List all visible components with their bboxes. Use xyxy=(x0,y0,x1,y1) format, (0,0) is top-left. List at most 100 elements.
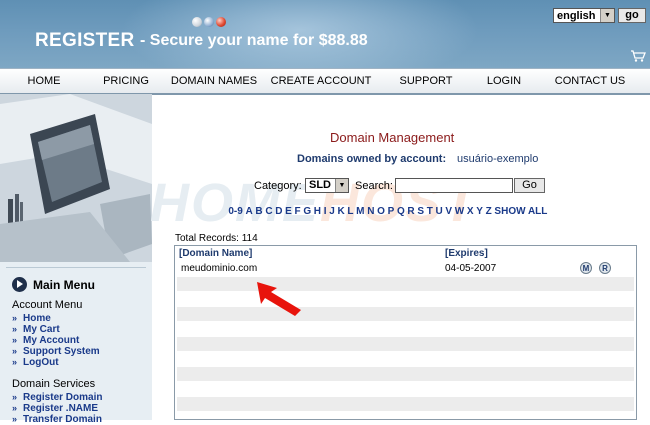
nav-support[interactable]: SUPPORT xyxy=(378,69,474,93)
main-menu-title: Main Menu xyxy=(33,277,95,292)
page-title: Domain Management xyxy=(330,130,455,145)
sidebar-item-label: Support System xyxy=(23,346,100,357)
sidebar-item-register-domain[interactable]: » Register Domain xyxy=(12,392,102,403)
alpha-link[interactable]: J xyxy=(328,206,336,217)
nav-contact-us[interactable]: CONTACT US xyxy=(534,69,646,93)
sidebar-item-register-name[interactable]: » Register .NAME xyxy=(12,403,102,414)
dot-icon xyxy=(192,17,202,27)
nav-create-account[interactable]: CREATE ACCOUNT xyxy=(264,69,378,93)
table-row xyxy=(177,367,634,381)
account-menu-title: Account Menu xyxy=(12,299,83,311)
alpha-link[interactable]: F xyxy=(293,206,302,217)
alpha-link[interactable]: U xyxy=(434,206,444,217)
search-label: Search: xyxy=(355,180,393,192)
total-records: Total Records: 114 xyxy=(175,233,258,244)
double-chevron-icon: » xyxy=(12,414,18,424)
account-menu-list: » Home » My Cart » My Account » Support Syst… xyxy=(12,313,100,368)
category-value: SLD xyxy=(309,179,331,191)
search-input[interactable] xyxy=(395,178,513,193)
double-chevron-icon: » xyxy=(12,357,18,367)
red-arrow-icon xyxy=(257,282,301,316)
alpha-link[interactable]: C xyxy=(264,206,274,217)
brand-title: REGISTER xyxy=(35,30,135,51)
language-select[interactable]: english ▼ xyxy=(553,8,615,23)
nav-pricing[interactable]: PRICING xyxy=(88,69,164,93)
account-username: usuário-exemplo xyxy=(457,153,539,165)
dot-icon xyxy=(204,17,214,27)
main-content: Domain Management Domains owned by accou… xyxy=(152,94,650,420)
alpha-link[interactable]: Z xyxy=(484,206,493,217)
nav-home[interactable]: HOME xyxy=(0,69,88,93)
renew-icon[interactable]: R xyxy=(599,262,611,274)
sidebar-item-home[interactable]: » Home xyxy=(12,313,100,324)
alpha-link[interactable]: N xyxy=(366,206,376,217)
language-value: english xyxy=(557,10,596,22)
column-domain-name[interactable]: [Domain Name] xyxy=(179,248,252,259)
sidebar-item-logout[interactable]: » LogOut xyxy=(12,357,100,368)
alpha-link[interactable]: SHOW ALL xyxy=(493,206,549,217)
alpha-link[interactable]: X xyxy=(466,206,475,217)
alpha-link[interactable]: V xyxy=(444,206,453,217)
sidebar-item-label: My Cart xyxy=(23,324,60,335)
arrow-right-icon xyxy=(12,277,27,292)
table-header: [Domain Name] [Expires] xyxy=(175,246,636,260)
domain-services-title: Domain Services xyxy=(12,378,96,390)
search-go-button[interactable]: Go xyxy=(514,178,545,193)
main-nav: HOME PRICING DOMAIN NAMES CREATE ACCOUNT… xyxy=(0,68,650,95)
sidebar-item-support-system[interactable]: » Support System xyxy=(12,346,100,357)
alpha-link[interactable]: D xyxy=(274,206,284,217)
sidebar-item-my-account[interactable]: » My Account xyxy=(12,335,100,346)
alpha-link[interactable]: W xyxy=(453,206,465,217)
alphabet-filter: 0-9 A B C D E F G H I J K L M N O P Q R S T U V W X Y Z SHOW ALL xyxy=(227,206,549,217)
alpha-link[interactable]: R xyxy=(406,206,416,217)
column-expires[interactable]: [Expires] xyxy=(445,248,488,259)
double-chevron-icon: » xyxy=(12,313,18,323)
cart-icon[interactable] xyxy=(630,50,646,62)
alpha-link[interactable]: L xyxy=(346,206,355,217)
category-label: Category: xyxy=(254,180,302,192)
sidebar-item-my-cart[interactable]: » My Cart xyxy=(12,324,100,335)
alpha-link[interactable]: 0-9 xyxy=(227,206,244,217)
alpha-link[interactable]: G xyxy=(302,206,312,217)
double-chevron-icon: » xyxy=(12,324,18,334)
alpha-link[interactable]: B xyxy=(254,206,264,217)
table-row xyxy=(177,352,634,366)
language-go-button[interactable]: go xyxy=(618,8,646,23)
sidebar-item-label: Register .NAME xyxy=(23,403,99,414)
category-select[interactable]: SLD ▼ xyxy=(305,178,349,193)
table-row xyxy=(177,337,634,351)
expires-cell: 04-05-2007 xyxy=(445,263,497,274)
table-row[interactable]: meudominio.com 04-05-2007 M R xyxy=(177,262,634,276)
alpha-link[interactable]: Y xyxy=(475,206,484,217)
modify-icon[interactable]: M xyxy=(580,262,592,274)
domain-services-list: » Register Domain » Register .NAME » Transf… xyxy=(12,392,102,425)
alpha-link[interactable]: O xyxy=(376,206,386,217)
sidebar-item-label: My Account xyxy=(23,335,80,346)
chevron-down-icon[interactable]: ▼ xyxy=(335,179,348,192)
table-row xyxy=(177,322,634,336)
alpha-link[interactable]: K xyxy=(336,206,346,217)
table-row xyxy=(177,397,634,411)
alpha-link[interactable]: T xyxy=(425,206,434,217)
decorative-dots xyxy=(192,17,226,27)
alpha-link[interactable]: P xyxy=(386,206,395,217)
double-chevron-icon: » xyxy=(12,346,18,356)
sidebar-item-label: Home xyxy=(23,313,51,324)
divider xyxy=(6,267,146,268)
alpha-link[interactable]: Q xyxy=(396,206,406,217)
alpha-link[interactable]: H xyxy=(312,206,322,217)
alpha-link[interactable]: E xyxy=(284,206,293,217)
double-chevron-icon: » xyxy=(12,335,18,345)
domain-name-cell[interactable]: meudominio.com xyxy=(181,263,257,274)
alpha-link[interactable]: A xyxy=(244,206,254,217)
brand-tagline: - Secure your name for $88.88 xyxy=(140,32,368,49)
table-row xyxy=(177,307,634,321)
header-banner: REGISTER - Secure your name for $88.88 e… xyxy=(0,0,650,68)
alpha-link[interactable]: S xyxy=(416,206,425,217)
alpha-link[interactable]: M xyxy=(355,206,366,217)
sidebar-item-label: LogOut xyxy=(23,357,59,368)
chevron-down-icon[interactable]: ▼ xyxy=(600,9,614,22)
table-row xyxy=(177,277,634,291)
nav-login[interactable]: LOGIN xyxy=(474,69,534,93)
nav-domain-names[interactable]: DOMAIN NAMES xyxy=(164,69,264,93)
